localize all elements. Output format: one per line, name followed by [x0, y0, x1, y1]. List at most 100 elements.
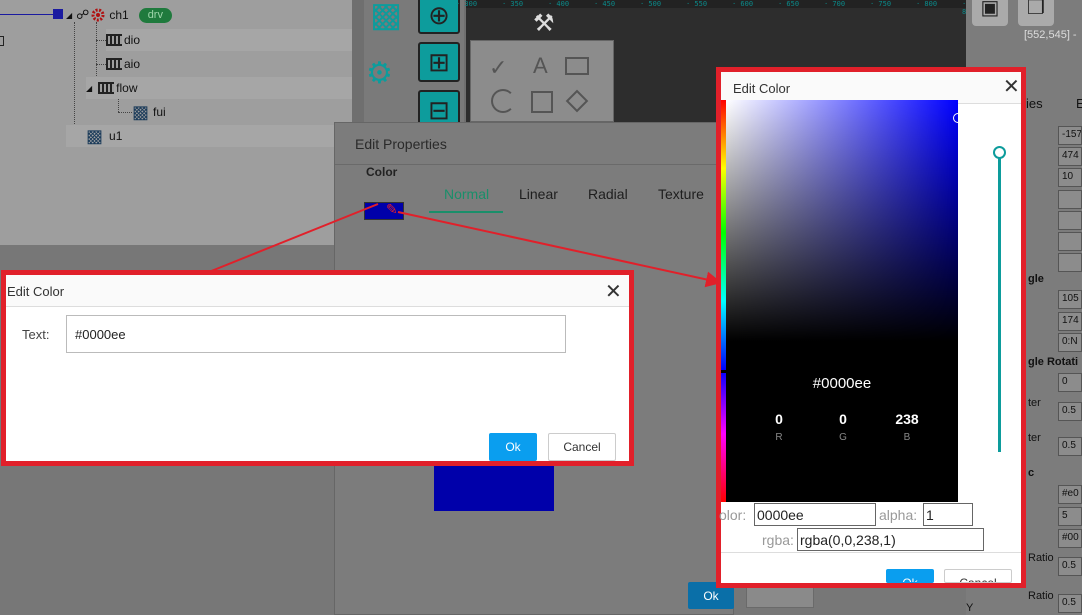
- prop-field[interactable]: 10: [1058, 168, 1082, 187]
- color-hex-input[interactable]: [754, 503, 876, 526]
- prop-field[interactable]: -157: [1058, 126, 1082, 145]
- tab-fragment[interactable]: ies: [1026, 96, 1043, 111]
- image-tool-icon[interactable]: [565, 57, 589, 75]
- rgba-input[interactable]: [797, 528, 984, 551]
- gears-tool-icon[interactable]: ⚙: [366, 56, 393, 91]
- table-icon: [98, 82, 115, 94]
- prop-field[interactable]: 105: [1058, 290, 1082, 309]
- prop-field[interactable]: [1058, 211, 1082, 230]
- dialog-title: Edit Color: [6, 275, 629, 307]
- prop-label: Ratio: [1028, 590, 1054, 602]
- save-button[interactable]: ▣: [972, 0, 1008, 26]
- tree-collapse-icon[interactable]: [0, 36, 4, 46]
- cancel-button[interactable]: Cancel: [548, 433, 616, 461]
- prop-field[interactable]: 174: [1058, 312, 1082, 331]
- blue-label: B: [903, 432, 911, 443]
- arc-tool-icon[interactable]: [491, 89, 515, 113]
- tree-panel: ◢ ☍ ch1 drv dio aio ◢ flow ▩ fui ▩ u1: [0, 0, 352, 245]
- device-link-icon: ☍: [76, 7, 90, 22]
- tab-fragment[interactable]: E: [1076, 96, 1082, 111]
- close-icon[interactable]: ✕: [605, 282, 622, 302]
- prop-field[interactable]: 0.5: [1058, 402, 1082, 421]
- blue-value: 238: [895, 411, 919, 427]
- crosshair-button[interactable]: ⊕: [418, 0, 460, 34]
- section-label: c: [1028, 467, 1035, 479]
- tree-item-label: flow: [116, 81, 138, 95]
- prop-field[interactable]: [1058, 190, 1082, 209]
- expand-arrow-icon[interactable]: ◢: [66, 11, 72, 20]
- plus-icon: ⊞: [428, 47, 450, 77]
- text-tool-icon[interactable]: A: [533, 53, 548, 79]
- prop-field[interactable]: 0.5: [1058, 437, 1082, 456]
- top-ruler: · 300 · 350 · 400 · 450 · 500 · 550 · 600 · 650…: [456, 0, 1067, 16]
- tool-column: ▩ ⚙ ⊕ ⊞ ⊟: [364, 0, 464, 130]
- driver-badge: drv: [138, 7, 172, 23]
- copy-icon: ❐: [1027, 0, 1045, 19]
- rect-tool-icon[interactable]: [531, 91, 553, 113]
- color-text-input[interactable]: [66, 315, 566, 353]
- tree-item-label: aio: [124, 57, 141, 71]
- puzzle-tool-icon[interactable]: ▩: [370, 0, 402, 32]
- tree-item-u1[interactable]: ▩ u1: [66, 125, 352, 147]
- tree-item-dio[interactable]: dio: [106, 29, 352, 51]
- tree-item-fui[interactable]: ▩ fui: [132, 101, 166, 123]
- tab-texture[interactable]: Texture: [658, 186, 704, 202]
- prop-field[interactable]: [1058, 253, 1082, 272]
- puzzle-icon: ▩: [86, 125, 104, 146]
- ok-button[interactable]: Ok: [489, 433, 537, 461]
- prop-field[interactable]: 0:N: [1058, 333, 1082, 352]
- section-label: gle: [1028, 273, 1044, 285]
- picker-cancel-button[interactable]: Cancel: [944, 569, 1012, 583]
- ruler-tick-label: · 350: [502, 0, 524, 8]
- prop-field[interactable]: #00: [1058, 529, 1082, 548]
- copy-button[interactable]: ❐: [1018, 0, 1054, 26]
- prop-field[interactable]: 0: [1058, 373, 1082, 392]
- rgba-field-label: rgba:: [762, 532, 794, 548]
- tree-node-handle[interactable]: [53, 9, 63, 19]
- color-field-label: olor:: [719, 507, 747, 523]
- prop-field[interactable]: 474: [1058, 147, 1082, 166]
- dialog-title: Edit Properties: [335, 123, 733, 165]
- red-label: R: [775, 432, 783, 443]
- saturation-handle[interactable]: [953, 113, 963, 123]
- alpha-slider-track[interactable]: [998, 152, 1001, 452]
- tree-item-label: u1: [109, 129, 123, 143]
- zoom-in-button[interactable]: ⊞: [418, 42, 460, 82]
- prop-field[interactable]: #e0: [1058, 485, 1082, 504]
- ruler-tick-label: · 550: [686, 0, 708, 8]
- diamond-tool-icon[interactable]: [565, 89, 589, 113]
- picker-divider: [721, 552, 1021, 553]
- prop-field[interactable]: 0.5: [1058, 557, 1082, 576]
- puzzle-icon: ▩: [132, 101, 150, 122]
- tab-radial[interactable]: Radial: [588, 186, 628, 202]
- alpha-slider-handle[interactable]: [993, 146, 1006, 159]
- prop-label: ter: [1028, 432, 1041, 444]
- tab-normal[interactable]: Normal: [444, 186, 489, 202]
- gear-icon: [91, 8, 105, 22]
- tab-linear[interactable]: Linear: [519, 186, 558, 202]
- line-tool-icon[interactable]: ✓: [489, 55, 507, 81]
- prop-field[interactable]: 5: [1058, 507, 1082, 526]
- wrench-icon[interactable]: ⚒: [533, 9, 555, 38]
- ruler-tick-label: · 750: [870, 0, 892, 8]
- ruler-tick-label: · 500: [640, 0, 662, 8]
- prop-field[interactable]: [1058, 232, 1082, 251]
- green-label: G: [839, 432, 847, 443]
- tree-item-ch1[interactable]: ◢ ☍ ch1 drv: [66, 4, 172, 26]
- color-swatch[interactable]: [364, 202, 404, 220]
- expand-arrow-icon[interactable]: ◢: [86, 84, 92, 93]
- tree-item-flow[interactable]: ◢ flow: [86, 77, 352, 99]
- hex-display: #0000ee: [812, 375, 872, 392]
- tree-connector-line: [0, 14, 56, 15]
- color-swatch-pencil-icon: ✎: [386, 201, 398, 217]
- prop-field[interactable]: 0.5: [1058, 594, 1082, 613]
- close-icon[interactable]: ✕: [1003, 77, 1020, 97]
- color-preview: [434, 466, 554, 511]
- alpha-input[interactable]: [923, 503, 973, 526]
- green-value: 0: [839, 411, 847, 427]
- alpha-field-label: alpha:: [879, 507, 918, 523]
- edit-color-text-dialog: Edit Color ✕ Text: Ok Cancel: [1, 270, 634, 466]
- picker-ok-button[interactable]: Ok: [886, 569, 934, 583]
- tree-item-aio[interactable]: aio: [106, 53, 140, 75]
- tree-item-label: fui: [153, 105, 166, 119]
